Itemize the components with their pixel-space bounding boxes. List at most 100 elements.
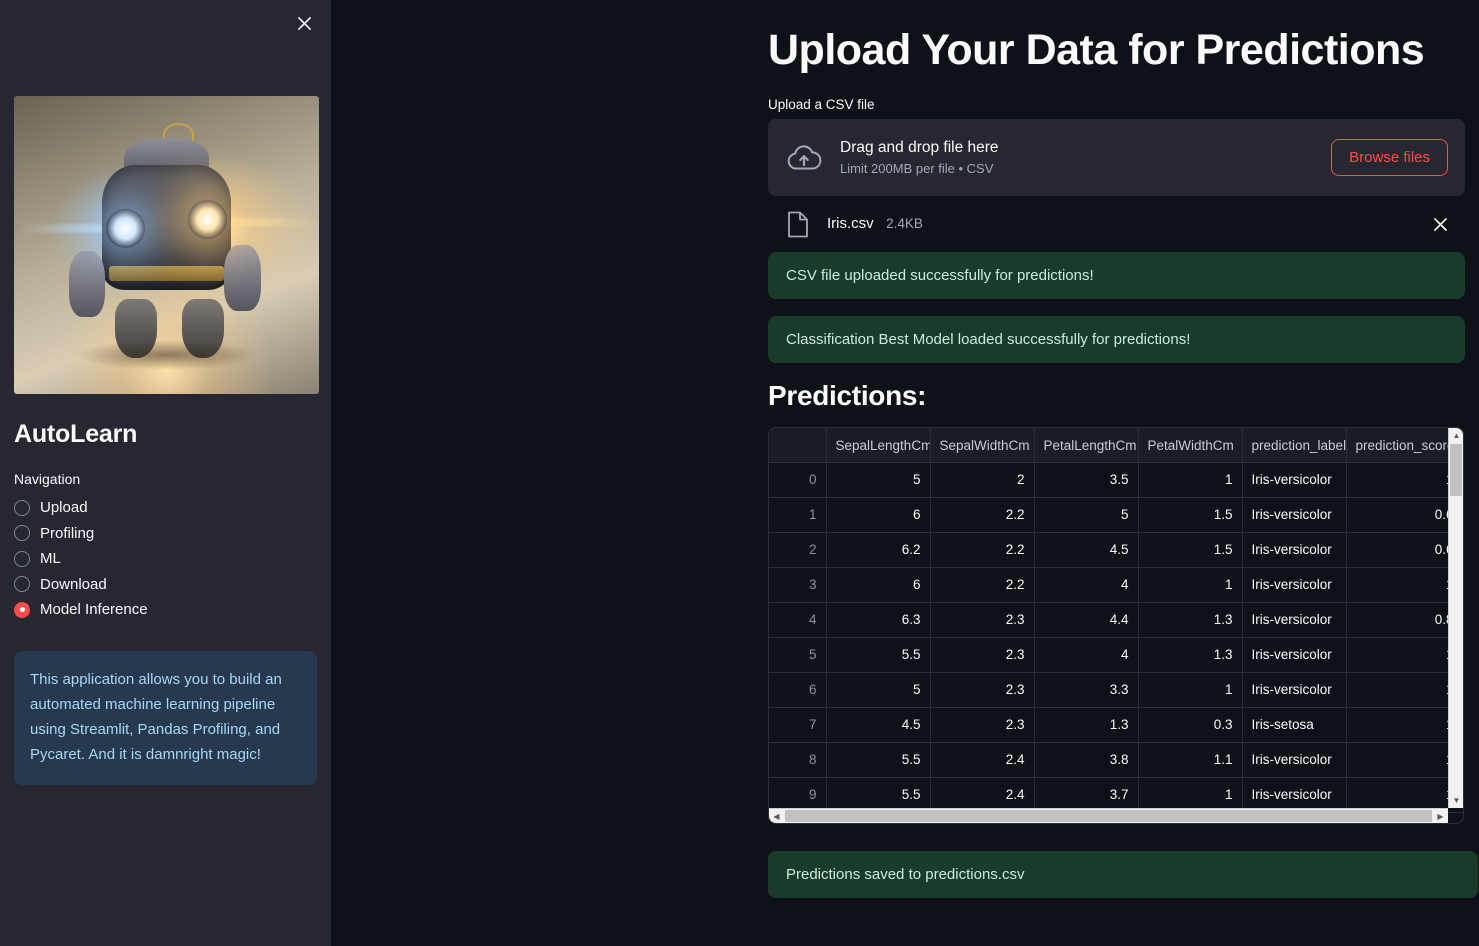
- row-index: 7: [769, 707, 827, 743]
- row-index: 8: [769, 742, 827, 778]
- robot-illustration: [14, 96, 319, 394]
- sidebar-close-icon[interactable]: [289, 8, 319, 38]
- vertical-scroll-thumb[interactable]: [1450, 444, 1462, 497]
- cell-prediction-label: Iris-versicolor: [1242, 637, 1347, 673]
- app-brand-title: AutoLearn: [14, 420, 138, 448]
- navigation-radio-group[interactable]: Upload Profiling ML Download Model Infer…: [14, 495, 317, 623]
- cell-sepal-width: 2.2: [930, 497, 1035, 533]
- cell-prediction-score: 1: [1346, 462, 1463, 498]
- cell-sepal-width: 2.4: [930, 742, 1035, 778]
- alert-predictions-saved: Predictions saved to predictions.csv: [768, 851, 1478, 899]
- file-dropzone[interactable]: Drag and drop file here Limit 200MB per …: [768, 119, 1465, 197]
- radio-icon: [14, 525, 30, 542]
- cell-petal-width: 1.5: [1138, 532, 1243, 568]
- table-row: 4 6.3 2.3 4.4 1.3 Iris-versicolor 0.8: [769, 602, 1463, 638]
- sidebar-item-label: Model Inference: [40, 601, 148, 619]
- table-row: 1 6 2.2 5 1.5 Iris-versicolor 0.6: [769, 497, 1463, 533]
- sidebar-item-download[interactable]: Download: [14, 572, 317, 598]
- table-row: 8 5.5 2.4 3.8 1.1 Iris-versicolor 1: [769, 742, 1463, 778]
- row-index: 0: [769, 462, 827, 498]
- cell-prediction-label: Iris-setosa: [1242, 707, 1347, 743]
- uploaded-file-name: Iris.csv: [827, 215, 874, 233]
- cell-sepal-width: 2.3: [930, 602, 1035, 638]
- cell-petal-length: 4.4: [1034, 602, 1139, 638]
- table-header-cell: PetalLengthCm: [1034, 428, 1139, 463]
- cell-sepal-length: 4.5: [826, 707, 931, 743]
- table-vertical-scrollbar[interactable]: ▲ ▼: [1448, 428, 1463, 809]
- table-header-cell: prediction_label: [1242, 428, 1347, 463]
- table-row: 3 6 2.2 4 1 Iris-versicolor 1: [769, 567, 1463, 603]
- sidebar-item-label: ML: [40, 550, 61, 568]
- cell-prediction-label: Iris-versicolor: [1242, 742, 1347, 778]
- cell-prediction-score: 1: [1346, 672, 1463, 708]
- cell-petal-length: 4.5: [1034, 532, 1139, 568]
- cell-sepal-width: 2.3: [930, 637, 1035, 673]
- robot-lamp-left: [105, 209, 146, 248]
- sidebar-item-upload[interactable]: Upload: [14, 495, 317, 521]
- sidebar-item-label: Profiling: [40, 524, 95, 542]
- cell-sepal-width: 2.3: [930, 707, 1035, 743]
- info-box: This application allows you to build an …: [14, 650, 317, 785]
- radio-icon-selected: [14, 601, 30, 618]
- table-horizontal-scrollbar[interactable]: ◀ ▶: [769, 808, 1448, 824]
- radio-icon: [14, 576, 30, 593]
- app-root: AutoLearn Navigation Upload Profiling ML…: [0, 0, 1479, 946]
- scroll-down-arrow-icon[interactable]: ▼: [1449, 793, 1463, 808]
- sidebar-item-ml[interactable]: ML: [14, 546, 317, 572]
- scroll-left-arrow-icon[interactable]: ◀: [769, 809, 784, 823]
- dropzone-text: Drag and drop file here Limit 200MB per …: [840, 137, 1313, 178]
- cell-petal-width: 1.3: [1138, 637, 1243, 673]
- table-header-cell: SepalWidthCm: [930, 428, 1035, 463]
- uploaded-file-row: Iris.csv 2.4KB: [768, 196, 1465, 252]
- scroll-up-arrow-icon[interactable]: ▲: [1449, 428, 1463, 443]
- table-header-cell: prediction_score: [1346, 428, 1463, 463]
- cell-sepal-length: 5.5: [826, 777, 931, 813]
- file-icon: [787, 211, 809, 238]
- table-row: 6 5 2.3 3.3 1 Iris-versicolor 1: [769, 672, 1463, 708]
- main-content: Upload Your Data for Predictions Upload …: [331, 0, 1479, 946]
- radio-icon: [14, 550, 30, 567]
- robot-belt: [108, 265, 225, 281]
- cell-prediction-score: 1: [1346, 707, 1463, 743]
- cell-prediction-label: Iris-versicolor: [1242, 672, 1347, 708]
- sidebar: AutoLearn Navigation Upload Profiling ML…: [0, 0, 331, 946]
- dropzone-subtitle: Limit 200MB per file • CSV: [840, 161, 994, 177]
- dropzone-title: Drag and drop file here: [840, 139, 999, 157]
- row-index: 9: [769, 777, 827, 813]
- table-row: 7 4.5 2.3 1.3 0.3 Iris-setosa 1: [769, 707, 1463, 743]
- table-row: 2 6.2 2.2 4.5 1.5 Iris-versicolor 0.6: [769, 532, 1463, 568]
- sidebar-item-model-inference[interactable]: Model Inference: [14, 597, 317, 623]
- cell-sepal-length: 6: [826, 567, 931, 603]
- cell-prediction-score: 0.6: [1346, 497, 1463, 533]
- cell-prediction-score: 1: [1346, 637, 1463, 673]
- cell-prediction-label: Iris-versicolor: [1242, 777, 1347, 813]
- robot-ground-shadow: [75, 340, 258, 371]
- sidebar-item-profiling[interactable]: Profiling: [14, 521, 317, 547]
- table-body: 0 5 2 3.5 1 Iris-versicolor 1 1 6: [769, 462, 1463, 813]
- browse-files-button[interactable]: Browse files: [1331, 139, 1448, 177]
- page-title: Upload Your Data for Predictions: [768, 26, 1425, 74]
- cloud-upload-icon: [786, 144, 822, 172]
- predictions-table-container[interactable]: SepalLengthCm SepalWidthCm PetalLengthCm…: [768, 427, 1464, 825]
- horizontal-scroll-thumb[interactable]: [785, 810, 1432, 823]
- cell-petal-width: 1.1: [1138, 742, 1243, 778]
- cell-petal-length: 4: [1034, 567, 1139, 603]
- table-header-cell: PetalWidthCm: [1138, 428, 1243, 463]
- sidebar-item-label: Download: [40, 575, 107, 593]
- scroll-right-arrow-icon[interactable]: ▶: [1433, 809, 1448, 823]
- cell-prediction-score: 1: [1346, 742, 1463, 778]
- cell-prediction-label: Iris-versicolor: [1242, 602, 1347, 638]
- alert-model-loaded: Classification Best Model loaded success…: [768, 316, 1465, 364]
- cell-prediction-label: Iris-versicolor: [1242, 532, 1347, 568]
- robot-arm-right: [224, 245, 262, 311]
- table-row: 0 5 2 3.5 1 Iris-versicolor 1: [769, 462, 1463, 498]
- cell-sepal-length: 5: [826, 462, 931, 498]
- cell-prediction-score: 0.8: [1346, 602, 1463, 638]
- remove-file-icon[interactable]: [1433, 217, 1448, 232]
- cell-sepal-length: 6.3: [826, 602, 931, 638]
- cell-sepal-width: 2.2: [930, 567, 1035, 603]
- cell-petal-width: 1: [1138, 567, 1243, 603]
- row-index: 5: [769, 637, 827, 673]
- predictions-table-scroll[interactable]: SepalLengthCm SepalWidthCm PetalLengthCm…: [769, 428, 1463, 823]
- cell-petal-length: 5: [1034, 497, 1139, 533]
